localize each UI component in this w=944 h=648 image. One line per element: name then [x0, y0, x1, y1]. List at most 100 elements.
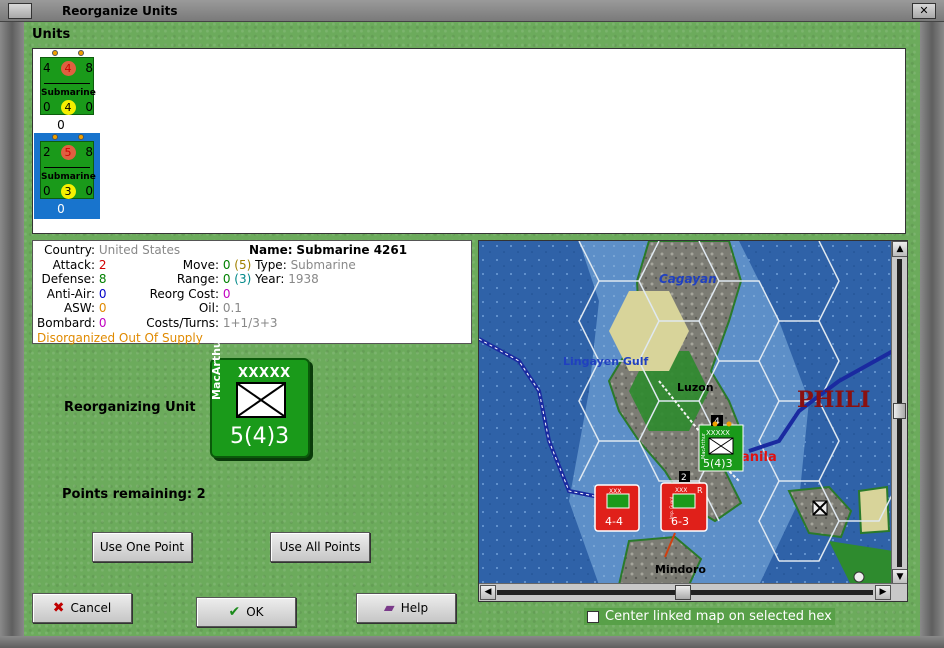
defense-key: Defense: — [41, 272, 95, 287]
scroll-thumb[interactable] — [893, 403, 906, 419]
center-linked-map-label: Center linked map on selected hex — [605, 609, 832, 624]
airfield-icon — [812, 500, 828, 516]
oil-value: 0.1 — [222, 301, 242, 316]
unit-counter: 4 4 8 Submarine 0 4 0 — [40, 57, 96, 115]
scroll-up-arrow-icon[interactable]: ▲ — [892, 241, 907, 257]
cancel-x-icon: ✖ — [52, 600, 65, 616]
antiair-key: Anti-Air: — [46, 286, 95, 301]
name-key: Name: — [249, 243, 293, 257]
range-value: 0 — [222, 272, 231, 287]
antiair-value: 0 — [43, 100, 51, 114]
window-frame-bottom — [0, 636, 944, 648]
range-max: (3) — [234, 272, 252, 287]
defense-value: 8 — [85, 145, 93, 159]
unit-size-marker: XXXXX — [238, 366, 291, 381]
center-linked-map-checkbox[interactable] — [587, 610, 599, 623]
ok-label: OK — [246, 605, 264, 619]
asw-value: 0 — [98, 301, 107, 316]
help-label: Help — [400, 601, 429, 615]
reorg-cost-key: Reorg Cost: — [149, 286, 219, 301]
use-one-point-button[interactable]: Use One Point — [92, 532, 192, 562]
reorganizing-unit-label: Reorganizing Unit — [64, 400, 196, 415]
oil-key: Oil: — [198, 301, 219, 316]
stack-count: 2 — [681, 473, 687, 483]
map-canvas[interactable]: Cagayan Lingayen Gulf Luzon PHILI anila … — [479, 241, 894, 586]
unit-count: 0 — [57, 202, 65, 216]
cancel-label: Cancel — [70, 601, 112, 615]
map-label-cagayan: Cagayan — [659, 272, 717, 286]
points-label: Points remaining: — [62, 487, 193, 502]
country-key: Country: — [44, 243, 95, 257]
map-unit-enemy[interactable]: XXX 4-4 — [594, 484, 640, 532]
map-label-luzon: Luzon — [677, 381, 714, 394]
scroll-thumb[interactable] — [675, 585, 691, 600]
scroll-left-arrow-icon[interactable]: ◀ — [480, 585, 496, 600]
unit-counter: 2 5 8 Submarine 0 3 0 — [40, 141, 96, 199]
use-all-points-label: Use All Points — [279, 540, 361, 554]
units-list[interactable]: 4 4 8 Submarine 0 4 0 0 2 5 8 Submarine … — [32, 48, 906, 234]
ok-button[interactable]: ✔ OK — [196, 597, 296, 627]
points-remaining: Points remaining: 2 — [62, 487, 206, 502]
year-value: 1938 — [288, 272, 319, 287]
move-max: (5) — [234, 257, 252, 272]
unit-card-selected[interactable]: 2 5 8 Submarine 0 3 0 0 — [34, 133, 100, 219]
type-value: Submarine — [290, 257, 356, 272]
supply-dot — [52, 50, 58, 56]
unit-name: Submarine 4261 — [296, 243, 408, 257]
bombard-key: Bombard: — [37, 315, 96, 330]
points-value: 2 — [196, 487, 206, 502]
bombard-value: 0 — [98, 315, 107, 330]
marine-icon — [606, 493, 630, 509]
costs-turns-key: Costs/Turns: — [146, 315, 219, 330]
map-label-mindoro: Mindoro — [655, 563, 706, 576]
window-frame-left — [0, 22, 24, 648]
unit-strength: 5(4)3 — [230, 424, 290, 449]
strength-value: 5 — [60, 145, 76, 160]
use-all-points-button[interactable]: Use All Points — [270, 532, 370, 562]
unit-type-name: Submarine — [41, 88, 96, 98]
title-bar: Reorganize Units ✕ — [0, 0, 944, 22]
move-value: 0 — [222, 257, 231, 272]
scroll-right-arrow-icon[interactable]: ▶ — [875, 585, 891, 600]
submarine-icon — [44, 167, 90, 168]
supply-dot — [726, 421, 732, 427]
dialog-body: Units 4 4 8 Submarine 0 4 0 0 2 5 8 Subm… — [24, 22, 920, 636]
type-key: Type: — [255, 257, 287, 272]
units-section-title: Units — [32, 27, 71, 42]
linked-map[interactable]: Cagayan Lingayen Gulf Luzon PHILI anila … — [478, 240, 908, 602]
unit-card[interactable]: 4 4 8 Submarine 0 4 0 0 — [34, 49, 100, 135]
cancel-button[interactable]: ✖ Cancel — [32, 593, 132, 623]
unit-count: 0 — [57, 118, 65, 132]
use-one-point-label: Use One Point — [99, 540, 185, 554]
unit-type-name: Submarine — [41, 172, 96, 182]
move-key: Move: — [182, 257, 219, 272]
asw-key: ASW: — [63, 301, 95, 316]
map-vertical-scrollbar[interactable]: ▲ ▼ — [891, 241, 907, 585]
commander-name: MacArthur — [701, 432, 707, 459]
unit-strength: 4-4 — [605, 515, 623, 528]
reserve-tag: R — [697, 486, 703, 495]
supply-dot — [52, 134, 58, 140]
book-icon: ▰ — [383, 600, 395, 616]
close-window-button[interactable]: ✕ — [912, 3, 936, 19]
antiair-value: 0 — [98, 286, 107, 301]
compass-icon — [853, 571, 865, 583]
help-button[interactable]: ▰ Help — [356, 593, 456, 623]
center-linked-map-option[interactable]: Center linked map on selected hex — [584, 608, 835, 625]
move-value: 3 — [60, 184, 76, 199]
year-key: Year: — [255, 272, 285, 287]
range-key: Range: — [176, 272, 219, 287]
reorganizing-unit-counter[interactable]: XXXXX MacArthur 5(4)3 — [210, 335, 310, 458]
window-menu-button[interactable] — [8, 3, 32, 19]
antiair-value: 0 — [43, 184, 51, 198]
unit-info-panel: Country: United States Attack: 2 Defense… — [32, 240, 472, 345]
defense-value: 8 — [85, 61, 93, 75]
move-value: 4 — [60, 100, 76, 115]
map-label-lingayen-gulf: Lingayen Gulf — [563, 355, 648, 368]
marine-icon — [672, 493, 696, 509]
supply-dot — [78, 134, 84, 140]
map-label-philippines: PHILI — [797, 387, 870, 413]
map-horizontal-scrollbar[interactable]: ◀ ▶ — [479, 583, 907, 601]
reorg-cost-value: 0 — [222, 286, 231, 301]
strength-value: 4 — [60, 61, 76, 76]
